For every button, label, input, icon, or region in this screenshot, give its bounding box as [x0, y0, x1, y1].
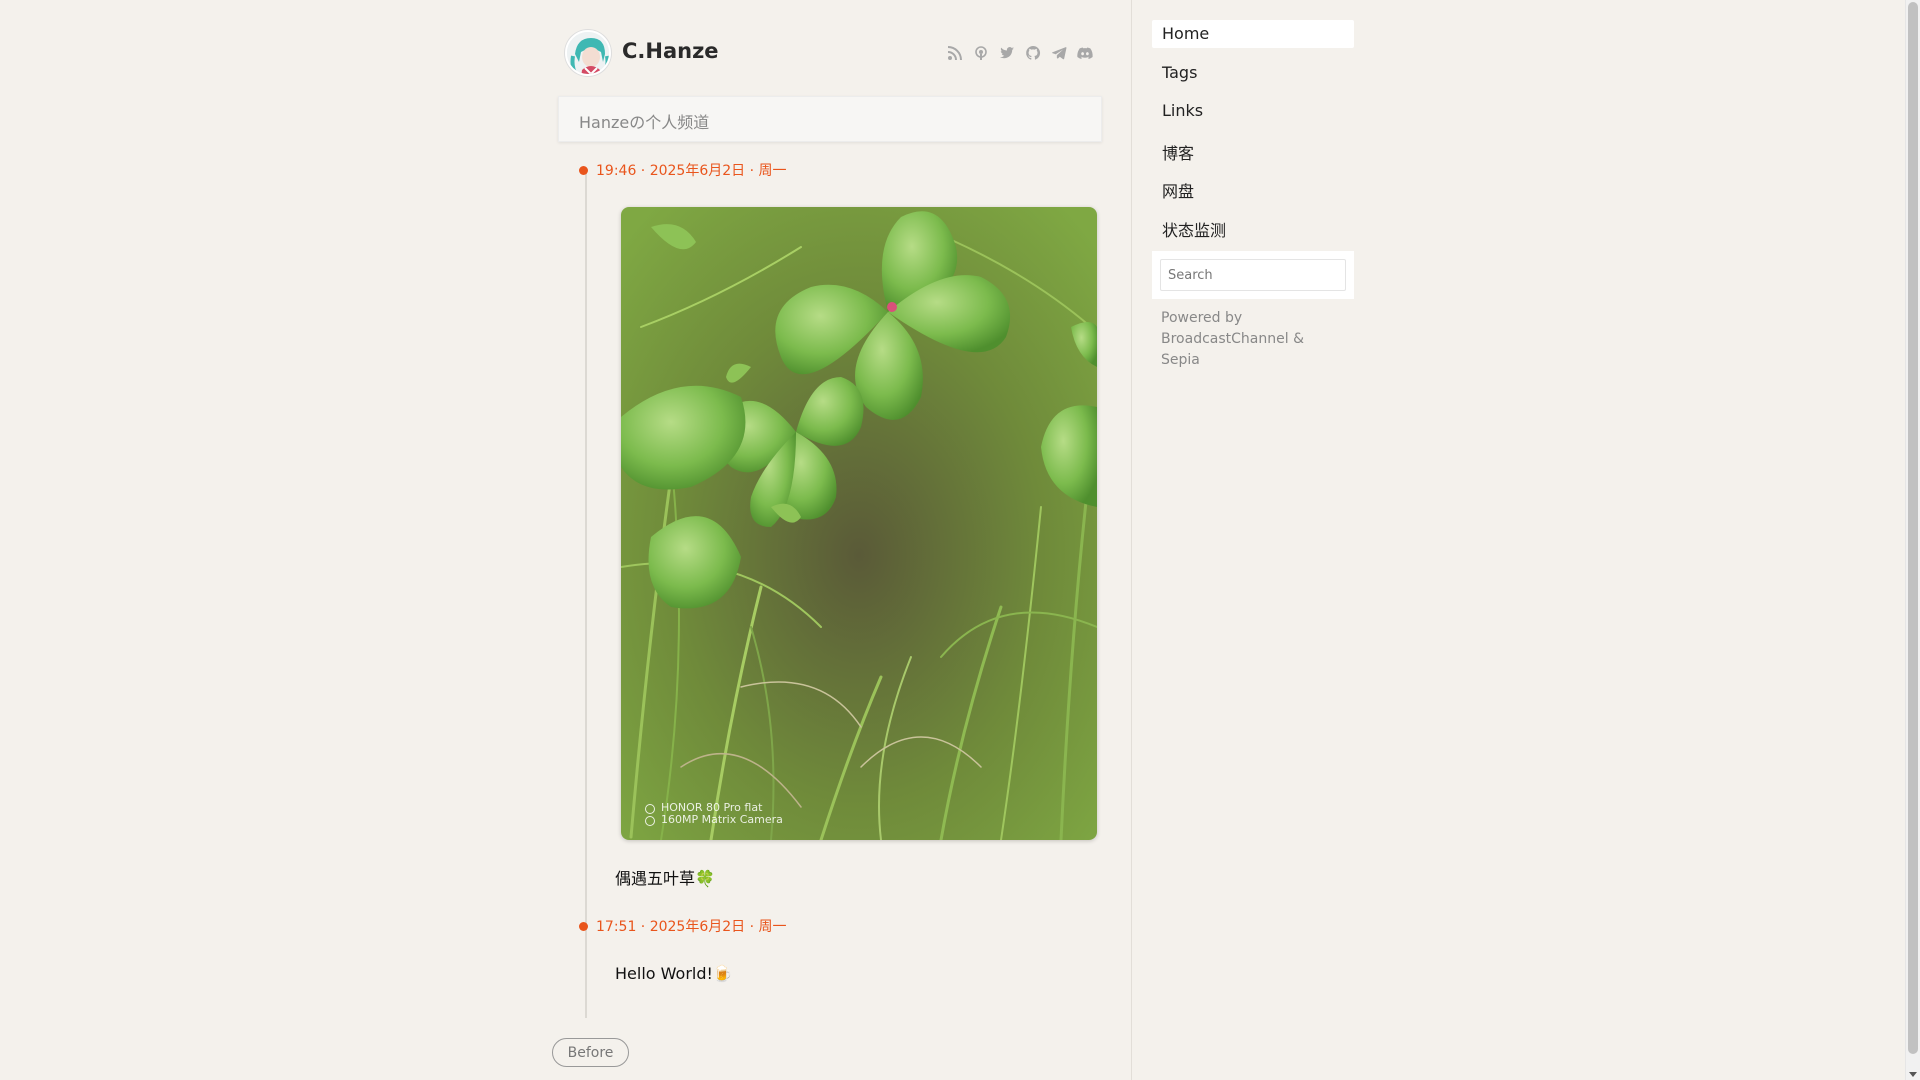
clover-grass-image: [621, 207, 1097, 840]
timeline-dot: [579, 921, 588, 931]
site-title[interactable]: C.Hanze: [622, 39, 719, 63]
scrollbar[interactable]: [1905, 0, 1920, 1080]
sidebar-item-blog[interactable]: 博客: [1152, 136, 1354, 164]
rss-icon[interactable]: [947, 45, 963, 61]
before-button[interactable]: Before: [552, 1038, 629, 1067]
sidebar-item-status[interactable]: 状态监测: [1152, 213, 1354, 241]
sidebar-item-links[interactable]: Links: [1152, 97, 1354, 125]
scroll-down-arrow-icon[interactable]: [1909, 1072, 1917, 1077]
timeline-dot: [579, 165, 588, 175]
photo-watermark: HONOR 80 Pro flat 160MP Matrix Camera: [643, 802, 783, 826]
telegram-icon[interactable]: [1051, 45, 1067, 61]
avatar[interactable]: [565, 30, 611, 76]
sepia-link[interactable]: Sepia: [1161, 352, 1200, 368]
post-timestamp[interactable]: 17:51 · 2025年6月2日 · 周一: [579, 916, 787, 936]
social-links: [947, 45, 1093, 61]
powered-amp: &: [1293, 331, 1304, 347]
podcast-icon[interactable]: [973, 45, 989, 61]
post-photo[interactable]: HONOR 80 Pro flat 160MP Matrix Camera: [621, 207, 1097, 840]
powered-by: Powered by BroadcastChannel & Sepia: [1152, 308, 1354, 371]
powered-prefix: Powered by: [1161, 310, 1243, 326]
search-container: [1152, 251, 1354, 299]
search-input[interactable]: [1160, 259, 1346, 291]
avatar-image: [567, 32, 609, 74]
scrollbar-thumb[interactable]: [1908, 2, 1918, 1054]
sidebar-item-netdisk[interactable]: 网盘: [1152, 174, 1354, 202]
post-time-text: 17:51 · 2025年6月2日 · 周一: [596, 919, 787, 935]
post-text: 偶遇五叶草🍀: [615, 869, 715, 888]
timeline-line: [585, 168, 587, 1018]
channel-description: Hanzeの个人频道: [558, 96, 1102, 142]
page: C.Hanze Hanzeの个人频道 19:46 · 2025年6月2日 · 周…: [0, 0, 1920, 1080]
main-column: C.Hanze Hanzeの个人频道 19:46 · 2025年6月2日 · 周…: [552, 0, 1105, 1080]
github-icon[interactable]: [1025, 45, 1041, 61]
broadcastchannel-link[interactable]: BroadcastChannel: [1161, 331, 1289, 347]
discord-icon[interactable]: [1077, 45, 1093, 61]
post-timestamp[interactable]: 19:46 · 2025年6月2日 · 周一: [579, 160, 787, 180]
site-header: C.Hanze: [557, 30, 1101, 76]
sidebar-divider: [1131, 0, 1132, 1080]
post-text: Hello World!🍺: [615, 964, 733, 983]
sidebar-item-home[interactable]: Home: [1152, 20, 1354, 48]
watermark-line-2: 160MP Matrix Camera: [643, 814, 783, 826]
sidebar: Home Tags Links 博客 网盘 状态监测 Powered by Br…: [1152, 20, 1354, 371]
sidebar-item-tags[interactable]: Tags: [1152, 59, 1354, 87]
twitter-icon[interactable]: [999, 45, 1015, 61]
post-time-text: 19:46 · 2025年6月2日 · 周一: [596, 163, 787, 179]
